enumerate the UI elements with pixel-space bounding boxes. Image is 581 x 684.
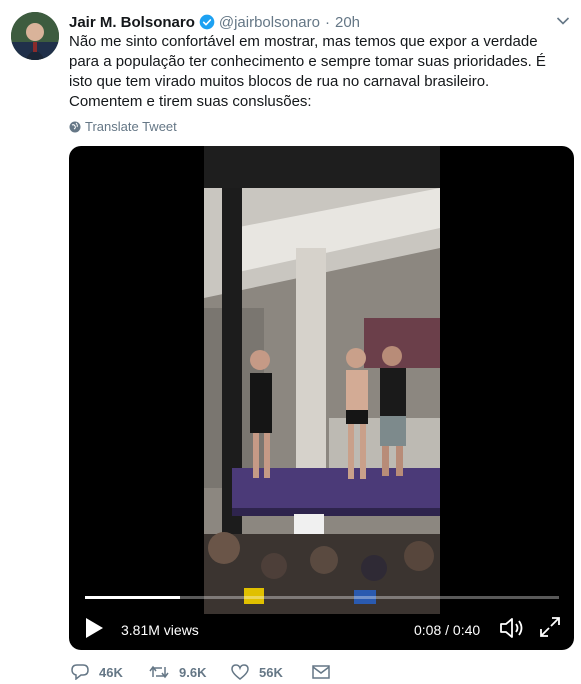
progress-bar[interactable] bbox=[85, 596, 559, 599]
video-still bbox=[204, 188, 440, 614]
chevron-down-icon[interactable] bbox=[556, 16, 570, 26]
author-handle[interactable]: @jairbolsonaro bbox=[219, 14, 320, 31]
retweet-count: 9.6K bbox=[179, 664, 207, 680]
video-frame bbox=[204, 188, 440, 614]
tweet: Jair M. Bolsonaro @jairbolsonaro · 20h N… bbox=[0, 0, 581, 682]
retweet-icon bbox=[149, 665, 169, 679]
like-icon bbox=[231, 664, 249, 680]
reply-icon bbox=[71, 664, 89, 680]
volume-icon[interactable] bbox=[499, 616, 525, 640]
retweet-button[interactable]: 9.6K bbox=[149, 664, 206, 680]
message-icon bbox=[312, 665, 330, 679]
separator-dot: · bbox=[324, 13, 330, 31]
translate-label: Translate Tweet bbox=[85, 119, 177, 134]
translate-tweet-link[interactable]: Translate Tweet bbox=[69, 119, 177, 134]
play-icon[interactable] bbox=[83, 616, 105, 640]
video-time: 0:08 / 0:40 bbox=[414, 622, 481, 638]
fullscreen-icon[interactable] bbox=[539, 616, 561, 638]
tweet-text: Não me sinto confortável em mostrar, mas… bbox=[69, 33, 546, 110]
video-controls: 3.81M views 0:08 / 0:40 bbox=[69, 608, 574, 650]
video-frame-top bbox=[204, 146, 440, 188]
reply-button[interactable]: 46K bbox=[71, 664, 123, 680]
video-player[interactable]: 3.81M views 0:08 / 0:40 bbox=[69, 146, 574, 650]
progress-fill bbox=[85, 596, 180, 599]
tweet-header: Jair M. Bolsonaro @jairbolsonaro · 20h bbox=[69, 12, 360, 32]
like-button[interactable]: 56K bbox=[231, 664, 283, 680]
reply-count: 46K bbox=[99, 664, 123, 680]
view-count: 3.81M views bbox=[121, 622, 199, 638]
like-count: 56K bbox=[259, 664, 283, 680]
verified-icon bbox=[199, 14, 215, 30]
avatar[interactable] bbox=[11, 12, 59, 60]
tweet-time[interactable]: 20h bbox=[335, 14, 360, 31]
tweet-actions: 46K 9.6K 56K bbox=[69, 664, 369, 684]
direct-message-button[interactable] bbox=[312, 664, 340, 680]
globe-icon bbox=[69, 121, 81, 132]
author-name[interactable]: Jair M. Bolsonaro bbox=[69, 14, 195, 31]
